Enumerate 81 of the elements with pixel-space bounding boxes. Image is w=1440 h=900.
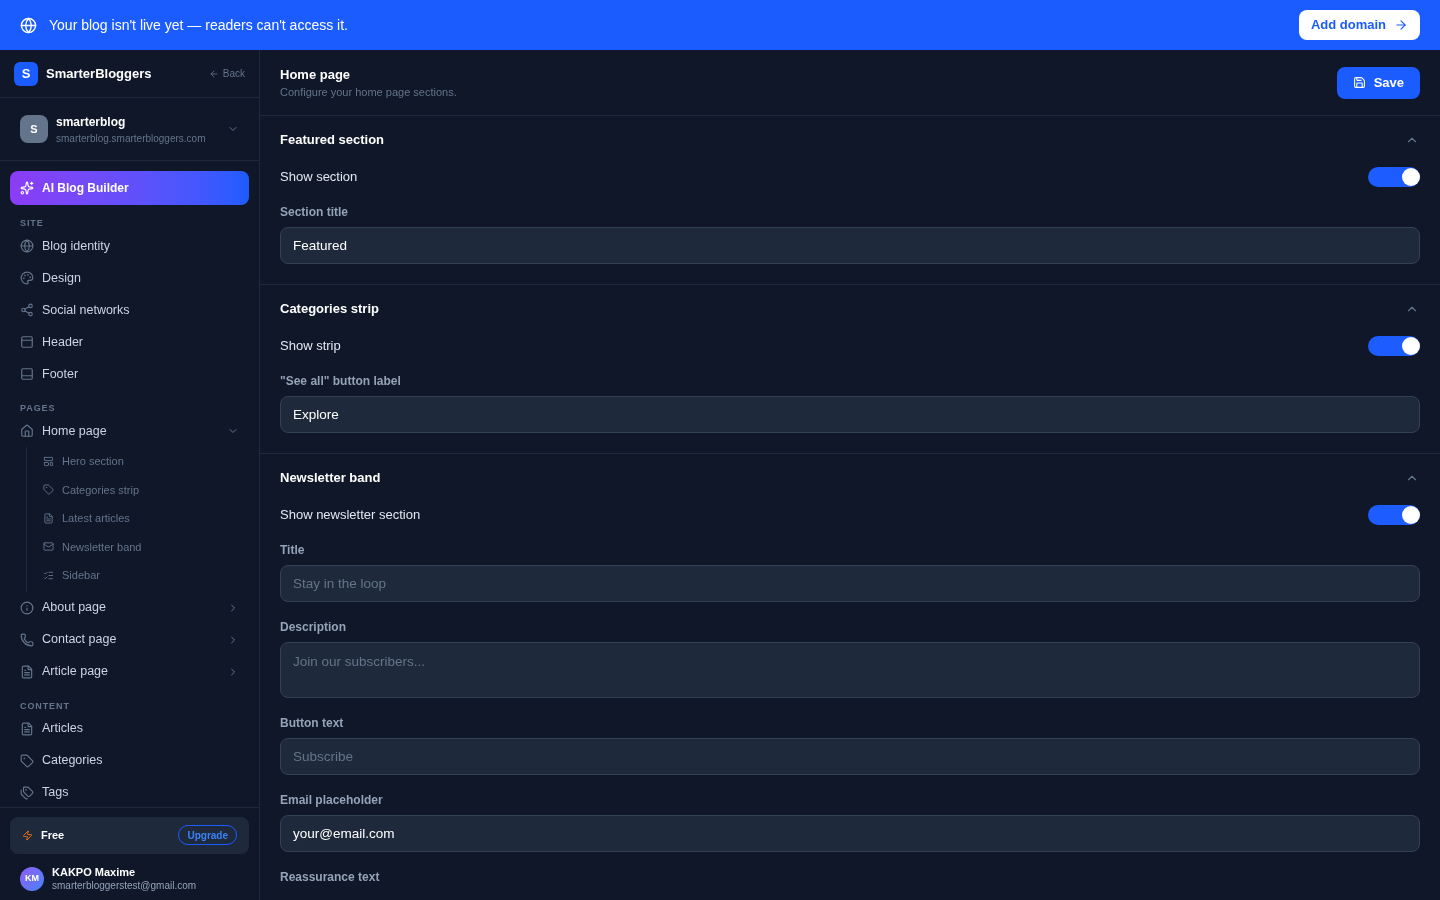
document-icon [43, 512, 54, 524]
nav-subitem[interactable]: Hero section [43, 447, 249, 476]
document-icon [20, 721, 34, 736]
text-field[interactable]: Featured [280, 227, 1420, 264]
toggle-label: Show section [280, 168, 358, 187]
back-button[interactable]: Back [208, 66, 245, 81]
nav-subitem[interactable]: Latest articles [43, 504, 249, 533]
workspace-switcher[interactable]: S smarterblog smarterblog.smarterbloggers.com [0, 98, 259, 161]
nav-group-heading: PAGES [19, 403, 57, 413]
panel-top-icon [20, 335, 34, 349]
brand-logo: S [14, 61, 38, 86]
page-title: Home page [280, 65, 352, 84]
nav-subitem[interactable]: Newsletter band [43, 532, 249, 561]
page-subtitle: Configure your home page sections. [280, 85, 457, 100]
tag-icon [20, 753, 34, 768]
nav-item[interactable]: Contact page [10, 623, 249, 656]
arrow-left-icon [208, 68, 219, 79]
nav-group-heading: CONTENT [19, 700, 71, 711]
nav-item[interactable]: Tags [10, 776, 249, 807]
tag-icon [43, 484, 54, 496]
field-label: Email placeholder [280, 792, 384, 809]
text-area[interactable]: Join our subscribers... [280, 642, 1420, 698]
ai-blog-builder-button[interactable]: AI Blog Builder [10, 171, 249, 205]
nav-item[interactable]: Blog identity [10, 230, 249, 262]
user-avatar: KM [20, 866, 44, 891]
workspace-name: smarterblog [56, 113, 127, 131]
field-label: Button text [280, 715, 345, 732]
field-label: "See all" button label [280, 373, 402, 390]
nav-item[interactable]: Social networks [10, 294, 249, 326]
globe-icon [20, 16, 37, 34]
nav-subitem[interactable]: Categories strip [43, 475, 249, 504]
sparkle-icon [20, 181, 34, 195]
save-button[interactable]: Save [1336, 66, 1420, 99]
workspace-avatar: S [20, 115, 48, 143]
toggle-switch[interactable] [1368, 167, 1420, 187]
nav-group-heading: SITE [19, 218, 45, 228]
toggle-switch[interactable] [1368, 336, 1420, 356]
save-icon [1352, 76, 1366, 89]
nav-item[interactable]: Footer [10, 358, 249, 390]
section-heading: Categories strip [280, 300, 379, 319]
toggle-label: Show newsletter section [280, 506, 421, 525]
banner-message: Your blog isn't live yet — readers can't access it. [49, 15, 348, 35]
house-icon [20, 424, 34, 438]
checklist-icon [43, 569, 54, 581]
layout-icon [43, 455, 54, 467]
text-field[interactable]: Subscribe [280, 738, 1420, 775]
document-icon [20, 664, 34, 679]
field-label: Reassurance text [280, 869, 381, 886]
nav-item[interactable]: About page [10, 591, 249, 624]
mail-icon [43, 541, 54, 553]
lightning-icon [22, 829, 33, 841]
tags-icon [20, 785, 34, 800]
toggle-label: Show strip [280, 337, 341, 356]
palette-icon [20, 271, 34, 285]
user-email: smarterbloggerstest@gmail.com [52, 879, 197, 892]
text-field[interactable]: your@email.com [280, 815, 1420, 852]
nav-item[interactable]: Home page [10, 415, 249, 447]
toggle-switch[interactable] [1368, 505, 1420, 525]
share-icon [20, 303, 34, 317]
section-heading: Featured section [280, 131, 385, 150]
brand-name: SmarterBloggers [46, 64, 152, 83]
nav-item[interactable]: Design [10, 262, 249, 294]
text-field[interactable]: Explore [280, 396, 1420, 433]
globe-icon [20, 239, 34, 253]
nav-subitem[interactable]: Sidebar [43, 561, 249, 590]
workspace-domain: smarterblog.smarterbloggers.com [56, 131, 207, 146]
nav-item[interactable]: Categories [10, 744, 249, 777]
plan-name: Free [41, 828, 65, 843]
info-icon [20, 600, 34, 615]
field-label: Description [280, 619, 347, 636]
text-field[interactable]: Stay in the loop [280, 565, 1420, 602]
phone-icon [20, 632, 34, 647]
field-label: Title [280, 542, 306, 559]
nav-item[interactable]: Article page [10, 655, 249, 688]
user-name: KAKPO Maxime [52, 865, 137, 880]
panel-bottom-icon [20, 367, 34, 381]
section-heading: Newsletter band [280, 469, 381, 488]
field-label: Section title [280, 204, 349, 221]
nav-item[interactable]: Header [10, 326, 249, 358]
nav-item[interactable]: Articles [10, 712, 249, 745]
add-domain-button[interactable]: Add domain [1298, 10, 1420, 40]
